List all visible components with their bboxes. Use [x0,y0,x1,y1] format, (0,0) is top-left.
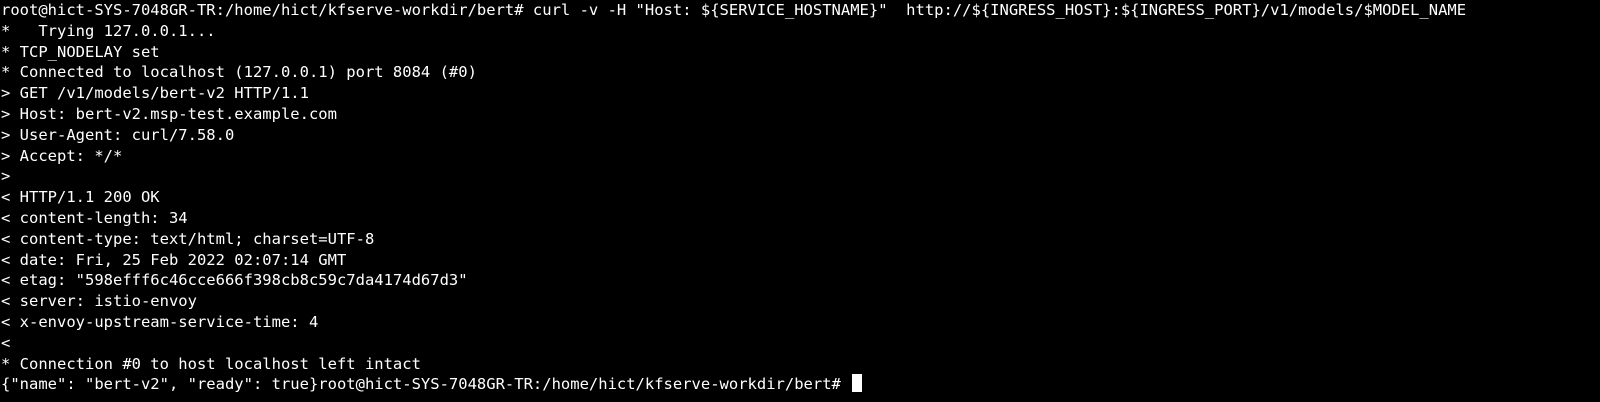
terminal-line: * TCP_NODELAY set [1,42,160,61]
terminal-line: > Accept: */* [1,146,123,165]
terminal-line: > Host: bert-v2.msp-test.example.com [1,104,337,123]
terminal-line-command: root@hict-SYS-7048GR-TR:/home/hict/kfser… [1,1,1467,19]
terminal-window[interactable]: root@hict-SYS-7048GR-TR:/home/hict/kfser… [0,0,1600,402]
terminal-line: < [1,333,11,352]
terminal-prompt-line[interactable]: {"name": "bert-v2", "ready": true}root@h… [1,374,1600,395]
terminal-line: < HTTP/1.1 200 OK [1,188,160,207]
terminal-line: > User-Agent: curl/7.58.0 [1,125,235,144]
terminal-line: < etag: "598efff6c46cce666f398cb8c59c7da… [1,271,468,290]
terminal-line: * Trying 127.0.0.1... [1,21,216,40]
terminal-line: * Connected to localhost (127.0.0.1) por… [1,63,477,82]
terminal-line: < content-type: text/html; charset=UTF-8 [1,229,375,248]
terminal-line: * Connection #0 to host localhost left i… [1,354,421,373]
terminal-line: < server: istio-envoy [1,292,197,311]
terminal-line: < x-envoy-upstream-service-time: 4 [1,312,319,331]
terminal-line: < content-length: 34 [1,208,188,227]
terminal-line: > [1,167,11,186]
terminal-prompt-text: {"name": "bert-v2", "ready": true}root@h… [1,375,851,394]
terminal-line: < date: Fri, 25 Feb 2022 02:07:14 GMT [1,250,347,269]
terminal-cursor [852,374,863,393]
terminal-line: > GET /v1/models/bert-v2 HTTP/1.1 [1,84,309,103]
